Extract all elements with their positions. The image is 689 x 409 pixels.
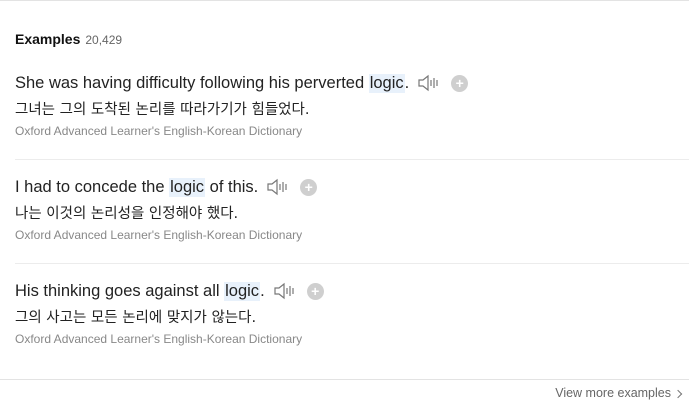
highlighted-keyword: logic [368,73,405,93]
example-english-text: . [260,281,265,300]
example-source: Oxford Advanced Learner's English-Korean… [15,124,303,138]
example-english-text: She was having difficulty following his … [15,73,369,92]
example-english-text: of this. [205,177,259,196]
examples-title: Examples [15,31,81,47]
add-icon[interactable]: + [300,178,318,196]
example-english-text: His thinking goes against all [15,281,225,300]
examples-panel: Examples 20,429 She was having difficult… [0,0,689,409]
examples-header: Examples 20,429 [15,31,122,47]
highlighted-keyword: logic [224,281,261,301]
add-icon[interactable]: + [306,282,324,300]
example-divider [15,159,689,160]
speaker-icon[interactable] [417,73,441,93]
example-item: I had to concede the logic of this. + 나는… [15,176,689,244]
example-item: She was having difficulty following his … [15,72,689,140]
speaker-icon[interactable] [266,177,290,197]
example-english-text: . [404,73,410,92]
example-english: I had to concede the logic of this. + [15,176,689,198]
view-more-label: View more examples [555,386,671,400]
example-english-text: I had to concede the [15,177,170,196]
example-source: Oxford Advanced Learner's English-Korean… [15,332,303,346]
chevron-right-icon [673,389,683,398]
example-divider [15,263,689,264]
example-item: His thinking goes against all logic . + … [15,280,689,348]
bottom-divider [0,379,689,380]
example-korean: 그의 사고는 모든 논리에 맞지가 않는다. [15,310,257,326]
example-korean: 그녀는 그의 도착된 논리를 따라가기가 힘들었다. [15,102,310,118]
speaker-icon[interactable] [273,281,297,301]
example-korean: 나는 이것의 논리성을 인정해야 했다. [15,206,239,222]
example-english: His thinking goes against all logic . + [15,280,689,302]
highlighted-keyword: logic [169,177,206,197]
examples-count: 20,429 [85,33,123,47]
example-english: She was having difficulty following his … [15,72,689,94]
top-divider [0,0,689,1]
add-icon[interactable]: + [451,74,469,92]
example-source: Oxford Advanced Learner's English-Korean… [15,228,303,242]
view-more-examples-link[interactable]: View more examples [555,386,683,400]
